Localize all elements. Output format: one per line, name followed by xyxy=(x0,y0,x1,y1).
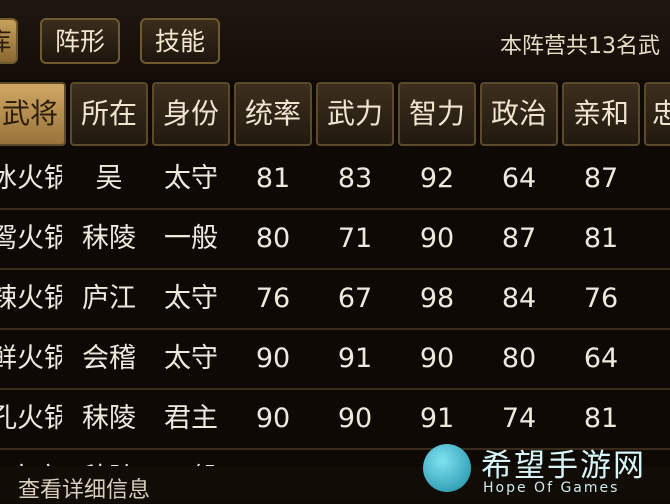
cell-charisma: 64 xyxy=(583,343,619,374)
cell-leadership: 90 xyxy=(255,343,291,374)
cell-leadership: 76 xyxy=(255,283,291,314)
cell-status: 太守 xyxy=(164,283,218,314)
cell-politics: 80 xyxy=(501,343,537,374)
hand-icon xyxy=(423,444,471,492)
watermark-subtitle: Hope Of Games xyxy=(483,480,620,496)
tab-formation[interactable]: 阵形 xyxy=(40,18,120,64)
cell-location: 吴 xyxy=(95,163,123,194)
cell-status: 太守 xyxy=(164,163,218,194)
cell-location: 庐江 xyxy=(82,283,136,314)
cell-war: 91 xyxy=(337,343,373,374)
cell-leadership: 80 xyxy=(255,223,291,254)
tab-generals[interactable]: 库 xyxy=(0,18,18,64)
cell-politics: 87 xyxy=(501,223,537,254)
column-header-leadership[interactable]: 统率 xyxy=(234,82,312,146)
cell-general: 冰火锅 xyxy=(0,163,62,194)
cell-intelligence: 92 xyxy=(419,163,455,194)
view-details-link[interactable]: 查看详细信息 xyxy=(0,472,150,504)
column-header-general[interactable]: 武将 xyxy=(0,82,66,146)
cell-location: 秣陵 xyxy=(82,223,136,254)
top-bar: 库 阵形 技能 本阵营共13名武 xyxy=(0,0,670,80)
cell-status: 一般 xyxy=(164,223,218,254)
column-header-politics[interactable]: 政治 xyxy=(480,82,558,146)
faction-summary: 本阵营共13名武 xyxy=(500,34,660,59)
cell-location: 秣陵 xyxy=(82,403,136,434)
column-header-loyalty[interactable]: 忠 xyxy=(644,82,670,146)
cell-intelligence: 90 xyxy=(419,343,455,374)
cell-general: 孔火锅 xyxy=(0,403,62,434)
tab-skills[interactable]: 技能 xyxy=(140,18,220,64)
table-row[interactable]: 鸳火锅 秣陵 一般 80 71 90 87 81 xyxy=(0,210,670,270)
cell-status: 君主 xyxy=(164,403,218,434)
cell-status: 太守 xyxy=(164,343,218,374)
table-row[interactable]: 辣火锅 庐江 太守 76 67 98 84 76 xyxy=(0,270,670,330)
cell-location: 会稽 xyxy=(82,343,136,374)
column-header-location[interactable]: 所在 xyxy=(70,82,148,146)
cell-politics: 64 xyxy=(501,163,537,194)
table-row[interactable]: 冰火锅 吴 太守 81 83 92 64 87 xyxy=(0,150,670,210)
cell-leadership: 90 xyxy=(255,403,291,434)
table-header: 武将 所在 身份 统率 武力 智力 政治 亲和 忠 xyxy=(0,82,670,146)
cell-location: 秣陵 xyxy=(70,450,148,466)
cell-war: 71 xyxy=(337,223,373,254)
cell-politics: 84 xyxy=(501,283,537,314)
watermark-title: 希望手游网 xyxy=(481,448,646,484)
cell-war: 83 xyxy=(337,163,373,194)
column-header-charisma[interactable]: 亲和 xyxy=(562,82,640,146)
column-header-war[interactable]: 武力 xyxy=(316,82,394,146)
cell-general: 鲜火锅 xyxy=(0,343,62,374)
column-header-intelligence[interactable]: 智力 xyxy=(398,82,476,146)
cell-war: 67 xyxy=(337,283,373,314)
cell-general: 鸳火锅 xyxy=(0,223,62,254)
cell-intelligence: 98 xyxy=(419,283,455,314)
cell-charisma: 87 xyxy=(583,163,619,194)
column-header-status[interactable]: 身份 xyxy=(152,82,230,146)
cell-war: 90 xyxy=(337,403,373,434)
cell-charisma: 81 xyxy=(583,223,619,254)
watermark-logo: 希望手游网 Hope Of Games xyxy=(423,440,658,500)
cell-leadership: 81 xyxy=(255,163,291,194)
cell-leadership: 18 xyxy=(234,450,312,466)
cell-general: 大帝 xyxy=(0,450,62,466)
cell-intelligence: 90 xyxy=(419,223,455,254)
cell-general: 辣火锅 xyxy=(0,283,62,314)
cell-war: 15 xyxy=(316,450,394,466)
cell-charisma: 76 xyxy=(583,283,619,314)
cell-status: 一般 xyxy=(152,450,230,466)
table-row[interactable]: 鲜火锅 会稽 太守 90 91 90 80 64 xyxy=(0,330,670,390)
